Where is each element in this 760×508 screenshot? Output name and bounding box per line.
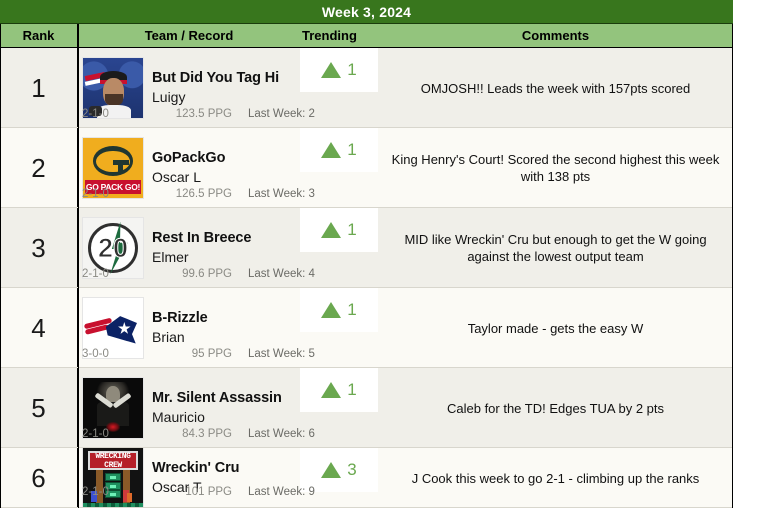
page-title: Week 3, 2024 [0,0,733,24]
team-name: GoPackGo [152,149,226,166]
rank-cell: 3 [0,208,78,288]
rank-cell: 4 [0,288,78,368]
record-value: 3-0-0 [82,348,109,360]
last-week-value: Last Week: 4 [248,268,315,280]
triangle-up-icon [321,222,342,238]
team-stats: 3-0-0 95 PPG Last Week: 5 [82,346,727,362]
team-stats: 2-1-0 126.5 PPG Last Week: 3 [82,186,727,202]
triangle-up-icon [321,462,342,478]
ppg-value: 95 PPG [191,348,232,360]
trend-value: 1 [347,380,357,399]
table-row[interactable]: 6 WRECKING CREW Wreckin' Cru Oscar T 3 J… [0,448,733,508]
trend-badge: 1 [300,288,378,332]
ppg-value: 126.5 PPG [175,188,232,200]
record-value: 2-1-0 [82,268,109,280]
triangle-up-icon [321,142,342,158]
team-owner: Elmer [152,248,189,265]
column-header-team: Team / Record [144,28,234,43]
table-row[interactable]: 2 GO PACK GO! GoPackGo Oscar L 1 King He… [0,128,733,208]
last-week-value: Last Week: 2 [248,108,315,120]
team-stats: 2-1-0 84.3 PPG Last Week: 6 [82,426,727,442]
record-value: 2-1-0 [82,108,109,120]
table-row[interactable]: 4 B-Rizzle Brian 1 Taylor made - gets th… [0,288,733,368]
trend-value: 1 [347,220,357,239]
comment-text: Caleb for the TD! Edges TUA by 2 pts [446,400,665,416]
ppg-value: 84.3 PPG [182,428,232,440]
column-header-trending: Trending [302,28,357,43]
wrecking-crew-sign: WRECKING CREW [88,451,138,471]
comment-text: King Henry's Court! Scored the second hi… [391,152,720,184]
last-week-value: Last Week: 6 [248,428,315,440]
sign-line-2: CREW [104,460,122,470]
trend-value: 1 [347,300,357,319]
team-name: Wreckin' Cru [152,459,240,476]
trend-badge: 1 [300,128,378,172]
last-week-value: Last Week: 9 [248,486,315,498]
team-name: B-Rizzle [152,309,208,326]
trend-value: 3 [347,460,357,479]
team-owner: Brian [152,328,185,345]
comment-text: Taylor made - gets the easy W [467,320,644,336]
team-owner: Oscar L [152,168,202,185]
column-header-comments: Comments [521,28,590,43]
team-name: Mr. Silent Assassin [152,389,282,406]
trend-value: 1 [347,140,357,159]
rank-cell: 5 [0,368,78,448]
column-header-rank: Rank [0,24,78,47]
record-value: 2-1-0 [82,428,109,440]
sign-line-1: WRECKING [95,451,131,461]
record-value: 2-1-0 [82,188,109,200]
team-owner: Luigy [152,88,186,105]
triangle-up-icon [321,382,342,398]
trend-value: 1 [347,60,357,79]
trend-badge: 1 [300,48,378,92]
rank-cell: 2 [0,128,78,208]
rank-column-divider [78,24,79,508]
team-name: But Did You Tag Hi [152,69,280,86]
last-week-value: Last Week: 3 [248,188,315,200]
table-left-border [0,24,1,508]
triangle-up-icon [321,302,342,318]
comment-text: MID like Wreckin' Cru but enough to get … [404,232,707,264]
last-week-value: Last Week: 5 [248,348,315,360]
rank-cell: 6 [0,448,78,508]
table-right-border [732,24,733,508]
ppg-value: 123.5 PPG [175,108,232,120]
trend-badge: 1 [300,368,378,412]
table-row[interactable]: 1 But Did You Tag Hi Luigy 1 OMJOSH!! Le… [0,48,733,128]
table-row[interactable]: 3 20 Rest In Breece Elmer 1 MID like Wre… [0,208,733,288]
table-header-row: Rank Team / Record Trending Comments [0,24,733,48]
comment-text: OMJOSH!! Leads the week with 157pts scor… [420,80,691,96]
trend-badge: 1 [300,208,378,252]
triangle-up-icon [321,62,342,78]
ppg-value: 99.6 PPG [182,268,232,280]
record-value: 2-1-0 [82,486,109,498]
team-stats: 2-1-0 99.6 PPG Last Week: 4 [82,266,727,282]
power-rankings-table: Week 3, 2024 Rank Team / Record Trending… [0,0,760,508]
ppg-value: 101 PPG [185,486,232,498]
rank-cell: 1 [0,48,78,128]
table-row[interactable]: 5 Mr. Silent Assassin Mauricio 1 Caleb f… [0,368,733,448]
team-stats: 2-1-0 123.5 PPG Last Week: 2 [82,106,727,122]
team-name: Rest In Breece [152,229,252,246]
team-owner: Mauricio [152,408,205,425]
team-stats: 2-1-0 101 PPG Last Week: 9 [82,484,727,500]
